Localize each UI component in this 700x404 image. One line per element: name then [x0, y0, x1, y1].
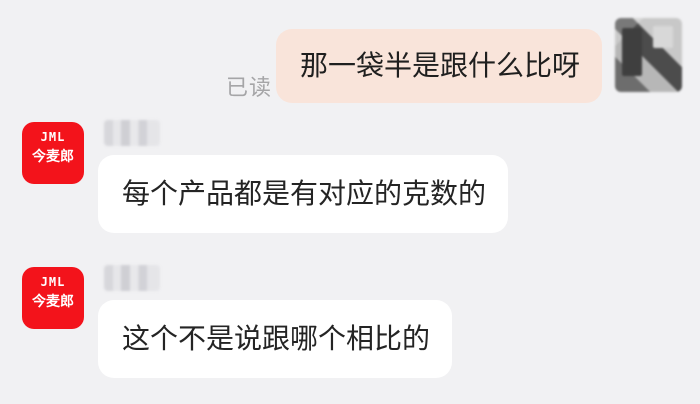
outgoing-message-bubble[interactable]: 那一袋半是跟什么比呀 — [276, 29, 602, 103]
brand-avatar[interactable]: JML 今麦郎 — [22, 267, 84, 329]
blurred-sender-name — [104, 265, 160, 291]
brand-logo-name: 今麦郎 — [32, 294, 74, 310]
brand-logo-jml: JML — [40, 130, 66, 144]
blurred-sender-name — [104, 120, 160, 146]
read-status: 已读 — [226, 76, 273, 101]
self-avatar[interactable] — [615, 18, 682, 92]
incoming-message-row: JML 今麦郎 每个产品都是有对应的克数的 — [0, 113, 700, 253]
brand-avatar[interactable]: JML 今麦郎 — [22, 122, 84, 184]
incoming-message-bubble[interactable]: 这个不是说跟哪个相比的 — [98, 300, 452, 378]
brand-logo-name: 今麦郎 — [32, 149, 74, 165]
outgoing-message-row: 已读 那一袋半是跟什么比呀 — [0, 0, 700, 110]
incoming-message-bubble[interactable]: 每个产品都是有对应的克数的 — [98, 155, 508, 233]
incoming-message-row: JML 今麦郎 这个不是说跟哪个相比的 — [0, 258, 700, 398]
chat-screen: 已读 那一袋半是跟什么比呀 JML 今麦郎 每个产品都是有对应的克数的 JML … — [0, 0, 700, 404]
brand-logo-jml: JML — [40, 275, 66, 289]
